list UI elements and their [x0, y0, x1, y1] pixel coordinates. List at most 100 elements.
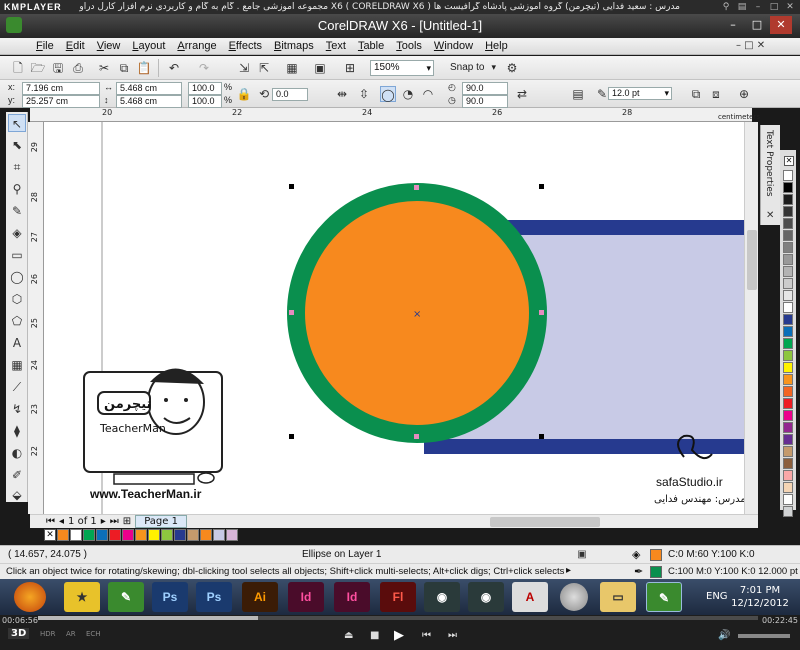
wrap-text-icon[interactable]: ▤: [570, 86, 586, 102]
doc-palette-swatch[interactable]: [226, 529, 238, 541]
vertical-ruler[interactable]: 29 28 27 26 25 24 23 22: [28, 122, 44, 514]
close-button[interactable]: ✕: [770, 16, 792, 34]
menu-bitmaps[interactable]: Bitmaps: [268, 40, 320, 52]
palette-swatch[interactable]: [783, 362, 793, 373]
selection-handle-top-right[interactable]: [539, 184, 544, 189]
selection-handle-bottom-left[interactable]: [289, 434, 294, 439]
menu-window[interactable]: Window: [428, 40, 479, 52]
player-maximize-icon[interactable]: □: [768, 2, 780, 12]
copy-icon[interactable]: ⧉: [116, 60, 132, 76]
undo-icon[interactable]: ↶: [166, 60, 182, 76]
y-position-input[interactable]: 25.257 cm: [22, 95, 100, 108]
paste-icon[interactable]: 📋: [136, 60, 152, 76]
coreldraw-active-icon[interactable]: ✎: [646, 582, 682, 612]
first-page-icon[interactable]: ⏮: [46, 516, 55, 527]
drawing-canvas[interactable]: × تیچرمن TeacherMan www.TeacherMan.ir sa…: [44, 122, 744, 514]
basic-shapes-tool-icon[interactable]: ⬠: [8, 312, 26, 330]
doc-palette-swatch[interactable]: [148, 529, 160, 541]
no-color-swatch[interactable]: ✕: [784, 156, 794, 166]
palette-swatch[interactable]: [783, 422, 793, 433]
lock-ratio-icon[interactable]: 🔒: [236, 86, 252, 102]
horizontal-scroll-thumb[interactable]: [490, 517, 600, 527]
palette-swatch[interactable]: [783, 338, 793, 349]
palette-swatch[interactable]: [783, 302, 793, 313]
new-icon[interactable]: 🗋: [10, 60, 26, 76]
photoshop-icon[interactable]: Ps: [196, 582, 232, 612]
page-tab[interactable]: Page 1: [135, 515, 187, 528]
menu-arrange[interactable]: Arrange: [171, 40, 222, 52]
to-back-icon[interactable]: ⧈: [708, 86, 724, 102]
indesign-icon[interactable]: Id: [334, 582, 370, 612]
doc-palette-swatch[interactable]: [96, 529, 108, 541]
node-top[interactable]: [414, 185, 419, 190]
language-indicator[interactable]: ENG: [706, 591, 728, 602]
doc-palette-swatch[interactable]: [57, 529, 69, 541]
end-angle-input[interactable]: 90.0: [462, 95, 508, 108]
menu-view[interactable]: View: [91, 40, 127, 52]
palette-swatch[interactable]: [783, 458, 793, 469]
connector-tool-icon[interactable]: ↯: [8, 400, 26, 418]
palette-swatch[interactable]: [783, 326, 793, 337]
doc-window-controls[interactable]: – □ ✕: [736, 40, 765, 51]
palette-swatch[interactable]: [783, 482, 793, 493]
3dsmax-icon[interactable]: ◉: [424, 582, 460, 612]
palette-swatch[interactable]: [783, 290, 793, 301]
palette-swatch[interactable]: [783, 242, 793, 253]
palette-swatch[interactable]: [783, 434, 793, 445]
system-clock[interactable]: 7:01 PM 12/12/2012: [730, 584, 790, 610]
palette-swatch[interactable]: [783, 194, 793, 205]
pie-mode-icon[interactable]: ◔: [400, 86, 416, 102]
doc-palette-swatch[interactable]: [187, 529, 199, 541]
node-right[interactable]: [539, 310, 544, 315]
doc-palette-swatch[interactable]: [200, 529, 212, 541]
3dsmax-icon[interactable]: ◉: [468, 582, 504, 612]
import-icon[interactable]: ⇲: [236, 60, 252, 76]
folder-icon[interactable]: ▭: [600, 582, 636, 612]
mirror-vertical-icon[interactable]: ⇳: [356, 86, 372, 102]
player-close-icon[interactable]: ✕: [784, 2, 796, 12]
last-page-icon[interactable]: ⏭: [110, 516, 119, 527]
outline-color-swatch[interactable]: [650, 566, 662, 578]
doc-palette-swatch[interactable]: [109, 529, 121, 541]
next-icon[interactable]: ⏭: [448, 630, 457, 641]
horizontal-ruler[interactable]: 20 22 24 26 28 centimeters: [30, 108, 760, 122]
doc-palette-swatch[interactable]: [135, 529, 147, 541]
flash-icon[interactable]: Fl: [380, 582, 416, 612]
open-icon[interactable]: 🗁: [30, 60, 46, 76]
smart-fill-tool-icon[interactable]: ◈: [8, 224, 26, 242]
pin-icon[interactable]: ⚲: [720, 2, 732, 12]
palette-swatch[interactable]: [783, 278, 793, 289]
doc-palette-swatch[interactable]: [174, 529, 186, 541]
eyedropper-tool-icon[interactable]: ✐: [8, 466, 26, 484]
fill-color-swatch[interactable]: [650, 549, 662, 561]
doc-palette-swatch[interactable]: [83, 529, 95, 541]
polygon-tool-icon[interactable]: ⬡: [8, 290, 26, 308]
menu-effects[interactable]: Effects: [223, 40, 268, 52]
eject-icon[interactable]: ⏏: [344, 630, 353, 641]
dimension-tool-icon[interactable]: ⟋: [8, 378, 26, 396]
ellipse-tool-icon[interactable]: ◯: [8, 268, 26, 286]
palette-swatch[interactable]: [783, 470, 793, 481]
shape-tool-icon[interactable]: ⬉: [8, 136, 26, 154]
hdr-label[interactable]: HDR: [40, 630, 56, 638]
node-left[interactable]: [289, 310, 294, 315]
fill-tool-icon[interactable]: ⬙: [8, 486, 26, 504]
palette-swatch[interactable]: [783, 350, 793, 361]
add-page-icon[interactable]: ⊞: [123, 516, 131, 527]
docker-title[interactable]: Text Properties: [764, 130, 774, 197]
menu-table[interactable]: Table: [352, 40, 390, 52]
pick-tool-icon[interactable]: ↖: [8, 114, 26, 132]
height-input[interactable]: 5.468 cm: [116, 95, 182, 108]
options-icon[interactable]: ⚙: [504, 60, 520, 76]
palette-swatch[interactable]: [783, 230, 793, 241]
save-icon[interactable]: 🖫: [50, 60, 66, 76]
palette-swatch[interactable]: [783, 374, 793, 385]
width-input[interactable]: 5.468 cm: [116, 82, 182, 95]
menu-help[interactable]: Help: [479, 40, 514, 52]
zoom-level-select[interactable]: 150%: [370, 60, 434, 76]
ech-label[interactable]: ECH: [86, 630, 101, 638]
star-app-icon[interactable]: ★: [64, 582, 100, 612]
doc-palette-no-color[interactable]: ✕: [44, 529, 56, 541]
x-position-input[interactable]: 7.196 cm: [22, 82, 100, 95]
cut-icon[interactable]: ✂: [96, 60, 112, 76]
